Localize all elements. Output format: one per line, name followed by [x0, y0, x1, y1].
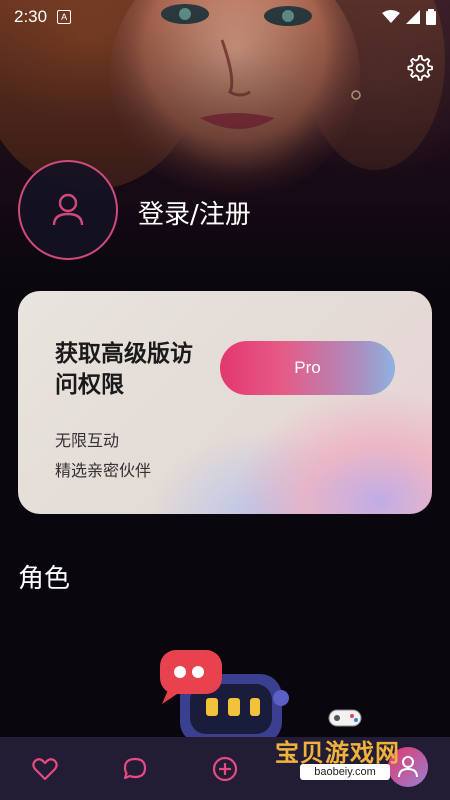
status-bar: 2:30 A	[0, 0, 450, 34]
section-title-characters: 角色	[18, 564, 71, 594]
nav-favorites[interactable]	[29, 753, 61, 785]
settings-button[interactable]	[402, 50, 436, 84]
user-icon	[52, 193, 84, 226]
robot-chat-illustration	[160, 650, 289, 741]
status-indicators	[382, 9, 436, 25]
signal-icon	[406, 10, 420, 24]
watermark-logo: 宝贝游戏网 baobeiy.com	[270, 700, 445, 800]
wifi-icon	[382, 10, 400, 23]
notification-icon: A	[57, 10, 72, 24]
feature-item: 无限互动	[55, 431, 120, 450]
gear-icon	[407, 55, 433, 81]
battery-icon	[426, 9, 436, 25]
chat-bubble-icon	[123, 757, 147, 780]
gamepad-icon	[328, 709, 362, 727]
avatar[interactable]	[18, 160, 118, 260]
login-register-link[interactable]: 登录/注册	[138, 194, 251, 231]
status-time: 2:30	[14, 7, 48, 26]
feature-item: 精选亲密伙伴	[55, 461, 152, 480]
pro-button[interactable]: Pro	[220, 341, 395, 395]
watermark-text: 宝贝游戏网	[275, 739, 400, 767]
pro-upgrade-card[interactable]: 获取高级版访问权限 Pro 无限互动 精选亲密伙伴	[18, 291, 432, 514]
heart-icon	[32, 758, 58, 781]
add-circle-icon	[212, 756, 238, 782]
watermark-url: baobeiy.com	[300, 764, 390, 780]
nav-create[interactable]	[209, 753, 241, 785]
nav-messages[interactable]	[119, 753, 151, 785]
pro-card-title: 获取高级版访问权限	[55, 341, 193, 398]
